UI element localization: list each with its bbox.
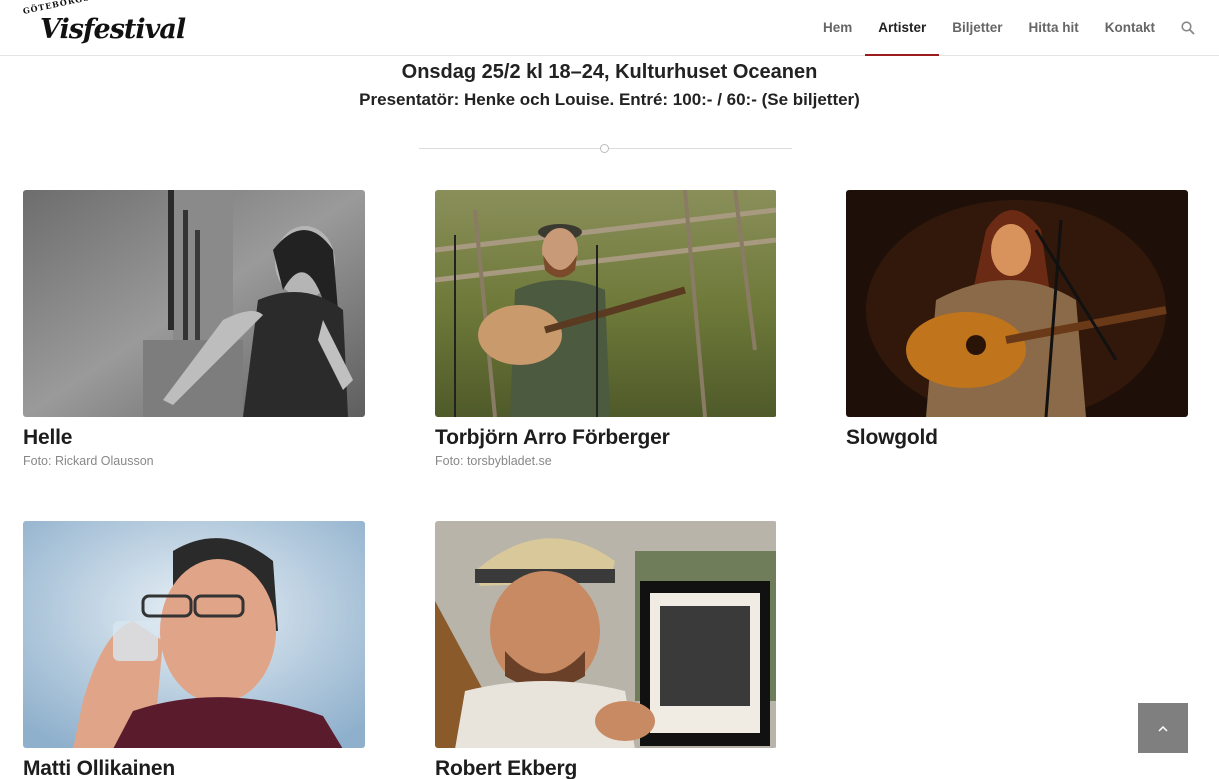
site-logo[interactable]: GÖTEBORGS Visfestival <box>22 0 186 50</box>
artist-photo[interactable] <box>435 521 777 748</box>
artist-name[interactable]: Slowgold <box>846 426 1188 450</box>
nav-item-hem[interactable]: Hem <box>810 0 865 55</box>
photo-credit: Foto: torsbybladet.se <box>435 454 552 468</box>
event-intro: Onsdag 25/2 kl 18–24, Kulturhuset Oceane… <box>0 58 1219 114</box>
scroll-to-top-button[interactable] <box>1138 703 1188 753</box>
chevron-up-icon <box>1158 719 1168 737</box>
artist-name[interactable]: Robert Ekberg <box>435 757 777 779</box>
artist-card[interactable]: Robert Ekberg <box>435 521 777 779</box>
artist-card[interactable]: Torbjörn Arro Förberger Foto: torsbyblad… <box>435 190 777 468</box>
artist-name[interactable]: Helle <box>23 426 365 450</box>
search-icon[interactable] <box>1168 0 1195 55</box>
artist-name[interactable]: Torbjörn Arro Förberger <box>435 426 777 450</box>
nav-item-hitta-hit[interactable]: Hitta hit <box>1016 0 1092 55</box>
divider-dot <box>600 144 609 153</box>
nav-item-kontakt[interactable]: Kontakt <box>1092 0 1168 55</box>
artist-card[interactable]: Helle Foto: Rickard Olausson <box>23 190 365 468</box>
artist-photo[interactable] <box>23 190 365 417</box>
site-header: GÖTEBORGS Visfestival Hem Artister Bilje… <box>0 0 1219 56</box>
artist-photo[interactable] <box>435 190 777 417</box>
artist-photo[interactable] <box>846 190 1188 417</box>
event-subtitle: Presentatör: Henke och Louise. Entré: 10… <box>359 90 860 109</box>
artist-card[interactable]: Slowgold <box>846 190 1188 450</box>
photo-credit: Foto: Rickard Olausson <box>23 454 154 468</box>
logo-main-text: Visfestival <box>40 14 186 45</box>
event-title: Onsdag 25/2 kl 18–24, Kulturhuset Oceane… <box>401 61 818 83</box>
artist-card[interactable]: Matti Ollikainen <box>23 521 365 779</box>
nav-item-biljetter[interactable]: Biljetter <box>939 0 1015 55</box>
main-nav: Hem Artister Biljetter Hitta hit Kontakt <box>810 0 1195 56</box>
artist-name[interactable]: Matti Ollikainen <box>23 757 365 779</box>
artist-photo[interactable] <box>23 521 365 748</box>
nav-item-artister[interactable]: Artister <box>865 0 940 56</box>
